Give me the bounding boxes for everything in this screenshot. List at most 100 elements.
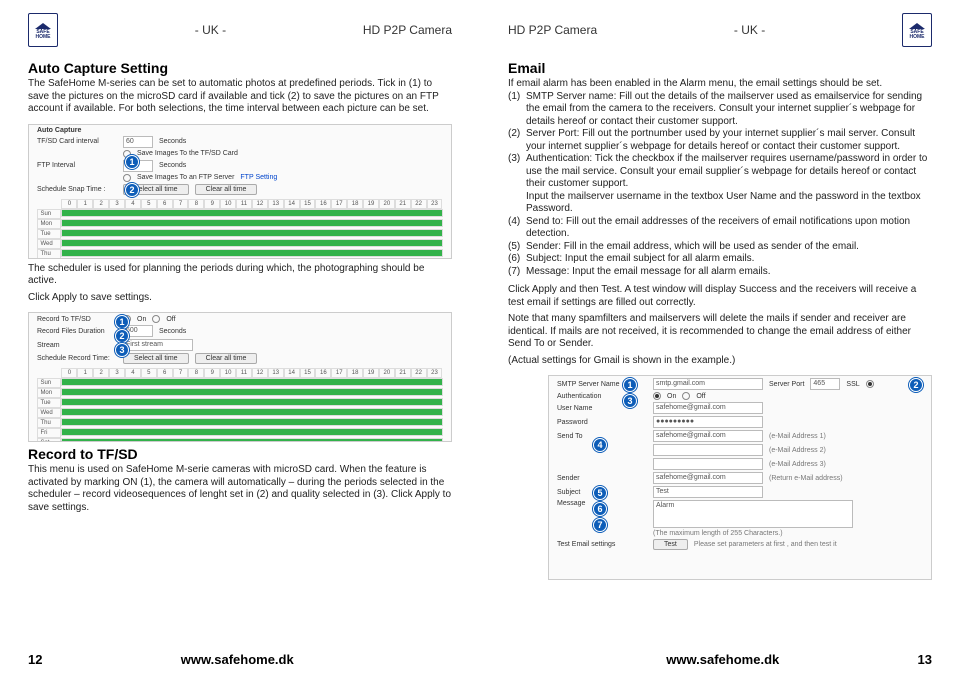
note-test: Please set parameters at first , and the… (694, 541, 837, 548)
badge-e3: 3 (623, 394, 637, 408)
lbl-sender: Sender (557, 475, 647, 482)
footer-url-left: www.safehome.dk (42, 652, 432, 667)
badge-e7: 7 (593, 518, 607, 532)
header-title: HD P2P Camera (363, 23, 452, 37)
input-smtp[interactable]: smtp.gmail.com (653, 378, 763, 390)
select-stream[interactable]: First stream (123, 339, 193, 351)
badge-e6: 6 (593, 502, 607, 516)
left-column: Auto Capture Setting The SafeHome M-seri… (28, 60, 452, 646)
header-title-r: HD P2P Camera (508, 23, 597, 37)
email-item-3a: Authentication: Tick the checkbox if the… (526, 153, 927, 189)
lbl-password: Password (557, 419, 647, 426)
radio-auth-on[interactable] (653, 392, 661, 400)
textarea-message[interactable]: Alarm (653, 500, 853, 528)
badge-2: 2 (125, 183, 139, 197)
note-addr3: (e-Mail Address 3) (769, 461, 826, 468)
input-sender[interactable]: safehome@gmail.com (653, 472, 763, 484)
auto-capture-p3: Click Apply to save settings. (28, 292, 452, 305)
btn-select-all-2[interactable]: Select all time (123, 353, 189, 364)
note-addr1: (e-Mail Address 1) (769, 433, 826, 440)
lbl-save-tfsd: Save Images To the TF/SD Card (137, 150, 238, 157)
btn-clear-all-1[interactable]: Clear all time (195, 184, 258, 195)
lbl-auth-on: On (667, 393, 676, 400)
lbl-seconds-2: Seconds (159, 162, 186, 169)
lbl-record-tfsd: Record To TF/SD (37, 316, 117, 323)
footer-left: 12 www.safehome.dk (28, 646, 452, 667)
badge-e2: 2 (909, 378, 923, 392)
input-password[interactable]: ●●●●●●●●● (653, 416, 763, 428)
lbl-seconds-3: Seconds (159, 328, 186, 335)
roof-icon-r (909, 23, 925, 29)
email-p4: (Actual settings for Gmail is shown in t… (508, 355, 932, 368)
input-port[interactable]: 465 (810, 378, 840, 390)
radio-record-off[interactable] (152, 315, 160, 323)
badge-r2: 2 (115, 329, 129, 343)
schedule-table-1[interactable]: 01234567891011121314151617181920212223 S… (37, 199, 442, 259)
input-sendto-1[interactable]: safehome@gmail.com (653, 430, 763, 442)
lbl-stream: Stream (37, 342, 117, 349)
page-num-left: 12 (28, 652, 42, 667)
badge-e4: 4 (593, 438, 607, 452)
header-uk: - UK - (195, 23, 226, 37)
auto-capture-screenshot: Auto Capture TF/SD Card interval 60 Seco… (28, 124, 452, 259)
lbl-save-ftp: Save Images To an FTP Server (137, 174, 234, 181)
email-item-6: Subject: Input the email subject for all… (526, 253, 754, 264)
input-sendto-2[interactable] (653, 444, 763, 456)
heading-email: Email (508, 60, 932, 76)
lbl-on: On (137, 316, 146, 323)
record-tfsd-p1: This menu is used on SafeHome M-serie ca… (28, 464, 452, 514)
email-item-4: Send to: Fill out the email addresses of… (526, 216, 910, 240)
lbl-auth-off: Off (696, 393, 705, 400)
lbl-port: Server Port (769, 381, 804, 388)
note-addr2: (e-Mail Address 2) (769, 447, 826, 454)
heading-auto-capture: Auto Capture Setting (28, 60, 452, 76)
page-right: HD P2P Camera - UK - SAFE HOME Email If … (480, 0, 960, 673)
email-item-5: Sender: Fill in the email address, which… (526, 241, 859, 252)
lbl-ssl: SSL (846, 381, 859, 388)
input-sendto-3[interactable] (653, 458, 763, 470)
email-item-3b: Input the mailserver username in the tex… (526, 191, 921, 215)
footer-url-right: www.safehome.dk (528, 652, 918, 667)
note-return-addr: (Return e-Mail address) (769, 475, 843, 482)
lbl-seconds-1: Seconds (159, 138, 186, 145)
badge-r1: 1 (115, 315, 129, 329)
email-p3: Note that many spamfilters and mailserve… (508, 313, 932, 351)
page-spread: SAFE HOME - UK - HD P2P Camera Auto Capt… (0, 0, 960, 673)
auto-capture-p1: The SafeHome M-series can be set to auto… (28, 78, 452, 116)
header-left: SAFE HOME - UK - HD P2P Camera (28, 10, 452, 50)
brand-line2-r: HOME (910, 35, 925, 40)
email-list: (1)SMTP Server name: Fill out the detail… (508, 91, 932, 279)
input-user[interactable]: safehome@gmail.com (653, 402, 763, 414)
input-tfsd-interval[interactable]: 60 (123, 136, 153, 148)
link-ftp-setting[interactable]: FTP Setting (240, 174, 277, 181)
lbl-tfsd-interval: TF/SD Card interval (37, 138, 117, 145)
email-settings-screenshot: SMTP Server Name smtp.gmail.com Server P… (548, 375, 932, 580)
email-p2: Click Apply and then Test. A test window… (508, 284, 932, 309)
badge-1: 1 (125, 155, 139, 169)
header-uk-r: - UK - (734, 23, 765, 37)
roof-icon (35, 23, 51, 29)
lbl-schedule-record: Schedule Record Time: (37, 355, 117, 362)
footer-right: www.safehome.dk 13 (508, 646, 932, 667)
lbl-off: Off (166, 316, 175, 323)
heading-record-tfsd: Record to TF/SD (28, 446, 452, 462)
record-tfsd-screenshot: Record To TF/SD On Off 1 Record Files Du… (28, 312, 452, 442)
brand-line2: HOME (36, 35, 51, 40)
badge-e5: 5 (593, 486, 607, 500)
badge-r3: 3 (115, 343, 129, 357)
btn-test[interactable]: Test (653, 539, 688, 550)
note-maxlen: (The maximum length of 255 Characters.) (653, 530, 783, 537)
lbl-test-email: Test Email settings (557, 541, 647, 548)
input-subject[interactable]: Test (653, 486, 763, 498)
page-num-right: 13 (918, 652, 932, 667)
brand-logo-r: SAFE HOME (902, 13, 932, 47)
header-right: HD P2P Camera - UK - SAFE HOME (508, 10, 932, 50)
badge-e1: 1 (623, 378, 637, 392)
schedule-table-2[interactable]: 01234567891011121314151617181920212223 S… (37, 368, 442, 442)
checkbox-save-ftp[interactable] (123, 174, 131, 182)
right-column: Email If email alarm has been enabled in… (508, 60, 932, 646)
checkbox-ssl[interactable] (866, 380, 874, 388)
auto-capture-p2: The scheduler is used for planning the p… (28, 263, 452, 288)
btn-clear-all-2[interactable]: Clear all time (195, 353, 258, 364)
radio-auth-off[interactable] (682, 392, 690, 400)
